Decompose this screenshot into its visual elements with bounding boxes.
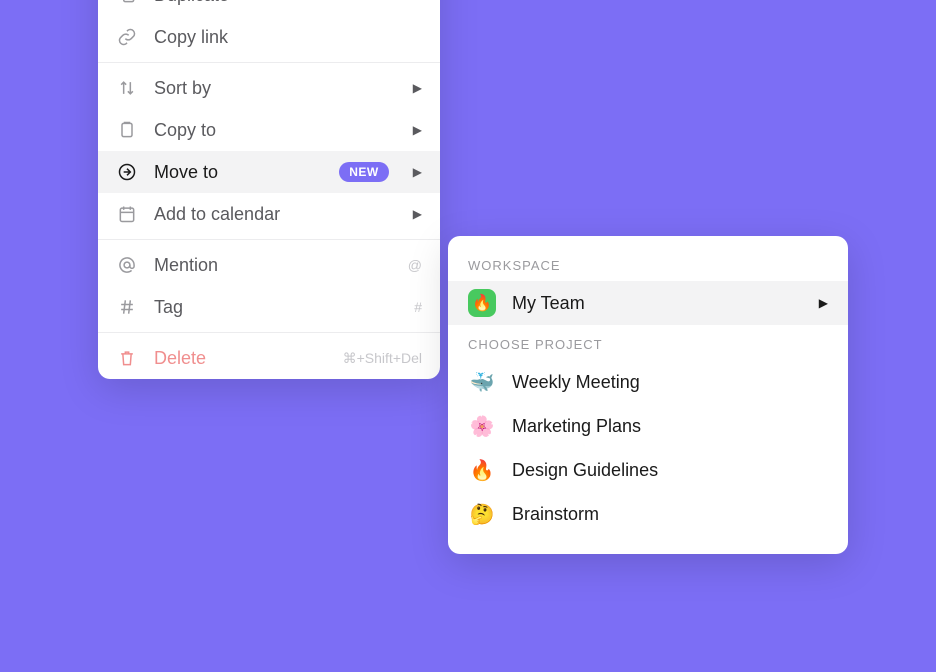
project-item-design-guidelines[interactable]: 🔥 Design Guidelines — [448, 448, 848, 492]
project-item-brainstorm[interactable]: 🤔 Brainstorm — [448, 492, 848, 536]
menu-item-sort-by[interactable]: Sort by ▶ — [98, 67, 440, 109]
fire-icon: 🔥 — [468, 456, 496, 484]
sort-icon — [116, 77, 138, 99]
menu-item-move-to[interactable]: Move to NEW ▶ — [98, 151, 440, 193]
project-label: Design Guidelines — [512, 460, 828, 481]
mention-icon — [116, 254, 138, 276]
divider — [98, 239, 440, 240]
project-label: Brainstorm — [512, 504, 828, 525]
menu-label: Move to — [154, 162, 323, 183]
chevron-right-icon: ▶ — [413, 165, 422, 179]
shortcut-text: # — [414, 299, 422, 315]
menu-item-tag[interactable]: Tag # — [98, 286, 440, 328]
project-item-marketing-plans[interactable]: 🌸 Marketing Plans — [448, 404, 848, 448]
workspace-header: WORKSPACE — [448, 246, 848, 281]
trash-icon — [116, 347, 138, 369]
project-item-weekly-meeting[interactable]: 🐳 Weekly Meeting — [448, 360, 848, 404]
menu-item-add-calendar[interactable]: Add to calendar ▶ — [98, 193, 440, 235]
menu-label: Tag — [154, 297, 398, 318]
flower-icon: 🌸 — [468, 412, 496, 440]
hash-icon — [116, 296, 138, 318]
divider — [98, 332, 440, 333]
thinking-icon: 🤔 — [468, 500, 496, 528]
divider — [98, 62, 440, 63]
calendar-icon — [116, 203, 138, 225]
shortcut-text: ⌘+Shift+Del — [343, 350, 422, 367]
chevron-right-icon: ▶ — [413, 123, 422, 137]
menu-label: Copy to — [154, 120, 389, 141]
move-icon — [116, 161, 138, 183]
menu-item-copy-to[interactable]: Copy to ▶ — [98, 109, 440, 151]
project-label: Marketing Plans — [512, 416, 828, 437]
move-to-submenu: WORKSPACE 🔥 My Team ▶ CHOOSE PROJECT 🐳 W… — [448, 236, 848, 554]
fire-icon: 🔥 — [468, 289, 496, 317]
chevron-right-icon: ▶ — [413, 207, 422, 221]
project-header: CHOOSE PROJECT — [448, 325, 848, 360]
clipboard-icon — [116, 119, 138, 141]
chevron-right-icon: ▶ — [819, 296, 828, 310]
workspace-item-my-team[interactable]: 🔥 My Team ▶ — [448, 281, 848, 325]
new-badge: NEW — [339, 162, 389, 182]
menu-item-duplicate[interactable]: Duplicate ⌘+D — [98, 0, 440, 16]
shortcut-text: @ — [408, 257, 422, 273]
project-label: Weekly Meeting — [512, 372, 828, 393]
workspace-label: My Team — [512, 293, 803, 314]
whale-icon: 🐳 — [468, 368, 496, 396]
chevron-right-icon: ▶ — [413, 81, 422, 95]
menu-label: Mention — [154, 255, 392, 276]
context-menu: Check all ⌘+Shift+Enter Duplicate ⌘+D Co… — [98, 0, 440, 379]
menu-item-delete[interactable]: Delete ⌘+Shift+Del — [98, 337, 440, 379]
menu-label: Copy link — [154, 27, 422, 48]
menu-label: Duplicate — [154, 0, 374, 6]
link-icon — [116, 26, 138, 48]
menu-item-mention[interactable]: Mention @ — [98, 244, 440, 286]
menu-label: Sort by — [154, 78, 389, 99]
menu-label: Add to calendar — [154, 204, 389, 225]
menu-item-copy-link[interactable]: Copy link — [98, 16, 440, 58]
shortcut-text: ⌘+D — [390, 0, 422, 4]
menu-label: Delete — [154, 348, 327, 369]
duplicate-icon — [116, 0, 138, 6]
